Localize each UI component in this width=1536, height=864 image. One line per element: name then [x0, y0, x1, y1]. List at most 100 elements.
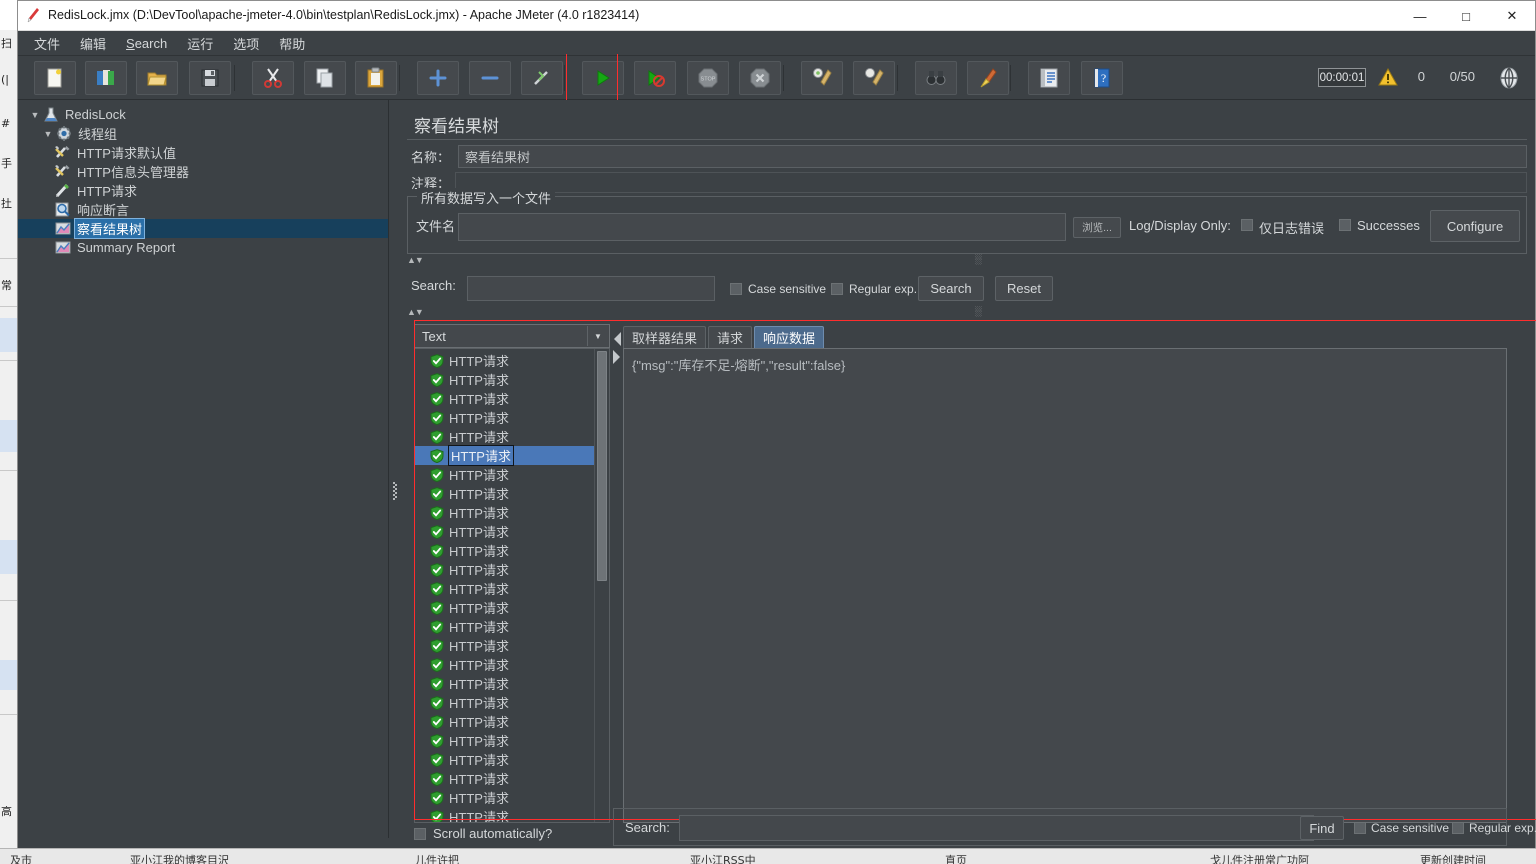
- tree-item-thread-group[interactable]: ▼ 线程组: [18, 124, 388, 143]
- tree-item-redislock[interactable]: ▼ RedisLock: [18, 105, 388, 124]
- shutdown-button[interactable]: [739, 61, 781, 95]
- expand-all-button[interactable]: [417, 61, 459, 95]
- tab-sampler-result[interactable]: 取样器结果: [623, 326, 706, 348]
- help-button[interactable]: ?: [1081, 61, 1123, 95]
- maximize-button[interactable]: □: [1443, 1, 1489, 31]
- clear-all-button[interactable]: [853, 61, 895, 95]
- scroll-automatically-checkbox[interactable]: [414, 828, 426, 840]
- result-list-item[interactable]: HTTP请求: [415, 408, 595, 427]
- filename-input[interactable]: [458, 213, 1066, 241]
- result-list-item[interactable]: HTTP请求: [415, 769, 595, 788]
- tab-request[interactable]: 请求: [708, 326, 752, 348]
- scrollbar-thumb[interactable]: [597, 351, 607, 581]
- response-data-viewer[interactable]: {"msg":"库存不足-熔断","result":false}: [623, 348, 1507, 823]
- result-list-item[interactable]: HTTP请求: [415, 636, 595, 655]
- bottom-case-sensitive-checkbox[interactable]: [1354, 822, 1366, 834]
- result-list-item[interactable]: HTTP请求: [415, 389, 595, 408]
- result-list-item[interactable]: HTTP请求: [415, 370, 595, 389]
- results-list[interactable]: HTTP请求HTTP请求HTTP请求HTTP请求HTTP请求HTTP请求HTTP…: [414, 348, 610, 823]
- result-list-item[interactable]: HTTP请求: [415, 807, 595, 823]
- result-list-item[interactable]: HTTP请求: [415, 731, 595, 750]
- menu-edit[interactable]: 编辑: [70, 31, 116, 56]
- result-list-item[interactable]: HTTP请求: [415, 655, 595, 674]
- close-button[interactable]: ✕: [1489, 1, 1535, 31]
- start-button[interactable]: [582, 61, 624, 95]
- result-list-item[interactable]: HTTP请求: [415, 598, 595, 617]
- taskbar-item[interactable]: 亚小江RSS中: [690, 852, 756, 864]
- start-no-pauses-button[interactable]: [634, 61, 676, 95]
- successes-checkbox[interactable]: [1339, 219, 1351, 231]
- render-type-combo[interactable]: Text ▼: [414, 324, 610, 348]
- name-input[interactable]: [458, 145, 1527, 168]
- result-list-item[interactable]: HTTP请求: [415, 484, 595, 503]
- result-list-item[interactable]: HTTP请求: [415, 693, 595, 712]
- search-reset-button[interactable]: Reset: [995, 276, 1053, 301]
- browse-button[interactable]: 浏览...: [1073, 217, 1121, 238]
- configure-button[interactable]: Configure: [1430, 210, 1520, 242]
- menu-help[interactable]: 帮助: [269, 31, 315, 56]
- paste-button[interactable]: [355, 61, 397, 95]
- search-regular-exp-checkbox[interactable]: [831, 283, 843, 295]
- result-list-item[interactable]: HTTP请求: [415, 465, 595, 484]
- find-button[interactable]: Find: [1300, 816, 1344, 840]
- taskbar-item[interactable]: 更新创建时间: [1420, 852, 1486, 864]
- tree-item-summary-report[interactable]: Summary Report: [18, 238, 388, 257]
- result-list-item[interactable]: HTTP请求: [415, 788, 595, 807]
- menu-run[interactable]: 运行: [177, 31, 223, 56]
- menu-search[interactable]: Search: [116, 33, 177, 54]
- result-list-item[interactable]: HTTP请求: [415, 522, 595, 541]
- taskbar-item[interactable]: 及市: [10, 852, 32, 864]
- scroll-automatically-row[interactable]: Scroll automatically?: [414, 826, 552, 841]
- templates-button[interactable]: [85, 61, 127, 95]
- search-submit-button[interactable]: Search: [918, 276, 984, 301]
- result-list-item[interactable]: HTTP请求: [415, 427, 595, 446]
- save-button[interactable]: [189, 61, 231, 95]
- tree-item-assertion[interactable]: 响应断言: [18, 200, 388, 219]
- clear-button[interactable]: [801, 61, 843, 95]
- tree-item-http-request[interactable]: HTTP请求: [18, 181, 388, 200]
- taskbar-item[interactable]: 亚小江我的博客目沢: [130, 852, 229, 864]
- splitter-dots-2[interactable]: ░: [975, 306, 982, 316]
- splitter-dots-1[interactable]: ░: [975, 254, 982, 264]
- tree-item-header-manager[interactable]: HTTP信息头管理器: [18, 162, 388, 181]
- minimize-button[interactable]: —: [1397, 1, 1443, 31]
- result-list-item[interactable]: HTTP请求: [415, 579, 595, 598]
- stop-button[interactable]: STOP: [687, 61, 729, 95]
- results-splitter[interactable]: [611, 322, 623, 827]
- taskbar-item[interactable]: 直页: [945, 852, 967, 864]
- menu-options[interactable]: 选项: [223, 31, 269, 56]
- copy-button[interactable]: [304, 61, 346, 95]
- twisty-icon[interactable]: ▼: [41, 129, 55, 139]
- reset-search-button[interactable]: [967, 61, 1009, 95]
- result-list-item[interactable]: HTTP请求: [415, 674, 595, 693]
- search-case-sensitive-checkbox[interactable]: [730, 283, 742, 295]
- toggle-button[interactable]: [521, 61, 563, 95]
- chevron-down-icon[interactable]: ▼: [587, 326, 608, 346]
- test-plan-tree[interactable]: ▼ RedisLock ▼ 线程组 HTTP请求默认值: [18, 100, 389, 838]
- results-list-scrollbar[interactable]: [594, 349, 608, 822]
- search-button[interactable]: [915, 61, 957, 95]
- collapse-all-button[interactable]: [469, 61, 511, 95]
- remote-globe-icon[interactable]: [1496, 65, 1522, 91]
- result-list-item[interactable]: HTTP请求: [415, 541, 595, 560]
- errors-only-checkbox[interactable]: [1241, 219, 1253, 231]
- tree-item-view-results-tree[interactable]: 察看结果树: [18, 219, 388, 238]
- result-list-item[interactable]: HTTP请求: [415, 503, 595, 522]
- result-list-item[interactable]: HTTP请求: [415, 560, 595, 579]
- splitter-arrows-2[interactable]: ▲▼: [407, 307, 423, 317]
- comment-input[interactable]: [455, 172, 1527, 193]
- new-button[interactable]: [34, 61, 76, 95]
- result-list-item[interactable]: HTTP请求: [415, 712, 595, 731]
- twisty-icon[interactable]: ▼: [28, 110, 42, 120]
- result-list-item[interactable]: HTTP请求: [415, 351, 595, 370]
- result-list-item[interactable]: HTTP请求: [415, 617, 595, 636]
- taskbar-item[interactable]: 儿件许把: [415, 852, 459, 864]
- function-helper-button[interactable]: [1028, 61, 1070, 95]
- result-list-item[interactable]: HTTP请求: [415, 750, 595, 769]
- splitter-arrows-1[interactable]: ▲▼: [407, 255, 423, 265]
- search-input[interactable]: [467, 276, 715, 301]
- tab-response-data[interactable]: 响应数据: [754, 326, 824, 348]
- menu-file[interactable]: 文件: [24, 31, 70, 56]
- result-list-item[interactable]: HTTP请求: [415, 446, 595, 465]
- bottom-regular-exp-checkbox[interactable]: [1452, 822, 1464, 834]
